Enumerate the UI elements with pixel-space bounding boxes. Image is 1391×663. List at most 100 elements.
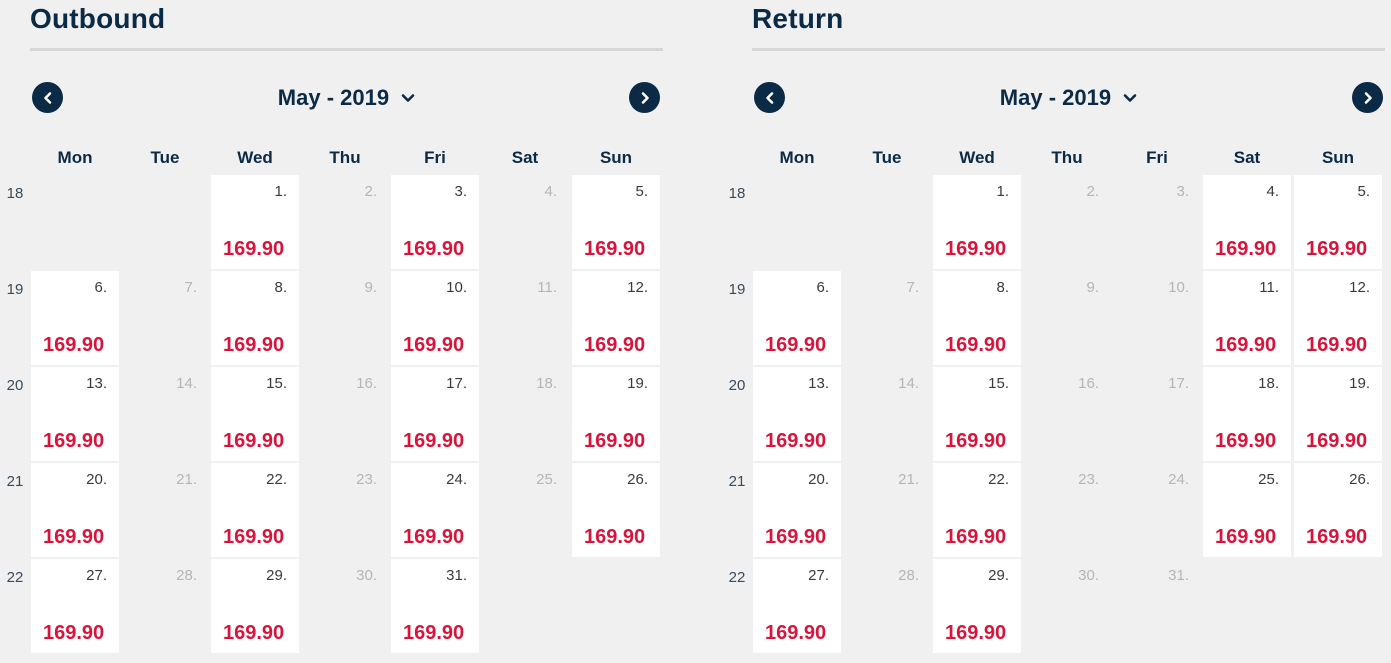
day-number: 20. xyxy=(808,471,829,488)
day-number: 2. xyxy=(1086,183,1099,200)
day-cell-available[interactable]: 22. 169.90 xyxy=(211,463,299,557)
month-selector[interactable]: May - 2019 xyxy=(0,84,693,111)
month-selector[interactable]: May - 2019 xyxy=(722,84,1391,111)
day-number: 4. xyxy=(544,183,557,200)
next-month-button[interactable] xyxy=(1352,82,1383,113)
day-cell-unavailable: 2. xyxy=(1023,175,1111,269)
day-cell-unavailable: 23. xyxy=(301,463,389,557)
day-cell-available[interactable]: 15. 169.90 xyxy=(933,367,1021,461)
next-month-button[interactable] xyxy=(629,82,660,113)
day-cell-unavailable: 16. xyxy=(1023,367,1111,461)
day-cell-unavailable: 17. xyxy=(1113,367,1201,461)
day-cell-available[interactable]: 20. 169.90 xyxy=(31,463,119,557)
day-price: 169.90 xyxy=(1215,238,1277,260)
day-cell-available[interactable]: 6. 169.90 xyxy=(753,271,841,365)
day-cell-unavailable: 14. xyxy=(121,367,209,461)
day-cell-unavailable: 9. xyxy=(1023,271,1111,365)
day-cell-available[interactable]: 12. 169.90 xyxy=(572,271,660,365)
day-cell-available[interactable]: 13. 169.90 xyxy=(31,367,119,461)
week-number: 19 xyxy=(728,281,746,298)
day-number: 15. xyxy=(988,375,1009,392)
day-cell-available[interactable]: 1. 169.90 xyxy=(211,175,299,269)
day-cell-available[interactable]: 22. 169.90 xyxy=(933,463,1021,557)
day-number: 22. xyxy=(988,471,1009,488)
day-cell-available[interactable]: 8. 169.90 xyxy=(211,271,299,365)
day-number: 5. xyxy=(1357,183,1370,200)
week-number: 20 xyxy=(728,377,746,394)
month-label: May - 2019 xyxy=(277,85,390,111)
day-number: 4. xyxy=(1266,183,1279,200)
day-cell-unavailable: 30. xyxy=(1023,559,1111,653)
weekday-header-wed: Wed xyxy=(237,148,273,167)
chevron-left-icon xyxy=(43,91,51,104)
day-cell-available[interactable]: 26. 169.90 xyxy=(1294,463,1382,557)
day-cell-available[interactable]: 10. 169.90 xyxy=(391,271,479,365)
day-price: 169.90 xyxy=(403,526,465,548)
day-cell-available[interactable]: 4. 169.90 xyxy=(1203,175,1291,269)
day-cell-available[interactable]: 27. 169.90 xyxy=(753,559,841,653)
day-number: 8. xyxy=(274,279,287,296)
day-cell-available[interactable]: 29. 169.90 xyxy=(211,559,299,653)
day-price: 169.90 xyxy=(945,622,1007,644)
day-number: 7. xyxy=(184,279,197,296)
day-price: 169.90 xyxy=(1215,334,1277,356)
weekday-header-mon: Mon xyxy=(779,148,815,167)
day-cell-available[interactable]: 24. 169.90 xyxy=(391,463,479,557)
day-cell-available[interactable]: 26. 169.90 xyxy=(572,463,660,557)
day-cell-available[interactable]: 25. 169.90 xyxy=(1203,463,1291,557)
day-price: 169.90 xyxy=(43,334,105,356)
day-price: 169.90 xyxy=(403,334,465,356)
day-price: 169.90 xyxy=(223,334,285,356)
day-cell-available[interactable]: 27. 169.90 xyxy=(31,559,119,653)
day-cell-available[interactable]: 19. 169.90 xyxy=(572,367,660,461)
day-cell-available[interactable]: 6. 169.90 xyxy=(31,271,119,365)
day-cell-available[interactable]: 17. 169.90 xyxy=(391,367,479,461)
day-cell-available[interactable]: 15. 169.90 xyxy=(211,367,299,461)
previous-month-button[interactable] xyxy=(32,82,63,113)
day-number: 31. xyxy=(446,567,467,584)
day-cell-available[interactable]: 29. 169.90 xyxy=(933,559,1021,653)
day-cell-available[interactable]: 5. 169.90 xyxy=(572,175,660,269)
day-cell-available[interactable]: 18. 169.90 xyxy=(1203,367,1291,461)
previous-month-button[interactable] xyxy=(754,82,785,113)
day-cell-unavailable: 21. xyxy=(121,463,209,557)
day-cell-unavailable: 25. xyxy=(481,463,569,557)
day-cell-available[interactable]: 5. 169.90 xyxy=(1294,175,1382,269)
day-cell-available[interactable]: 8. 169.90 xyxy=(933,271,1021,365)
day-number: 7. xyxy=(906,279,919,296)
day-number: 3. xyxy=(1176,183,1189,200)
empty-cell xyxy=(481,559,569,653)
day-number: 23. xyxy=(356,471,377,488)
day-cell-available[interactable]: 13. 169.90 xyxy=(753,367,841,461)
day-number: 20. xyxy=(86,471,107,488)
day-number: 5. xyxy=(635,183,648,200)
week-number: 21 xyxy=(6,473,24,490)
empty-cell xyxy=(753,175,841,269)
day-cell-unavailable: 9. xyxy=(301,271,389,365)
day-cell-available[interactable]: 11. 169.90 xyxy=(1203,271,1291,365)
day-price: 169.90 xyxy=(584,526,646,548)
day-cell-unavailable: 31. xyxy=(1113,559,1201,653)
chevron-down-icon xyxy=(1123,94,1137,102)
day-cell-available[interactable]: 31. 169.90 xyxy=(391,559,479,653)
day-number: 28. xyxy=(176,567,197,584)
day-number: 25. xyxy=(536,471,557,488)
weekday-header-sat: Sat xyxy=(1233,148,1261,167)
weekday-header-tue: Tue xyxy=(872,148,902,167)
day-cell-available[interactable]: 20. 169.90 xyxy=(753,463,841,557)
day-number: 18. xyxy=(1258,375,1279,392)
day-number: 26. xyxy=(627,471,648,488)
day-number: 12. xyxy=(1349,279,1370,296)
day-cell-available[interactable]: 1. 169.90 xyxy=(933,175,1021,269)
day-cell-unavailable: 28. xyxy=(121,559,209,653)
weekday-header-sun: Sun xyxy=(1321,148,1355,167)
day-cell-available[interactable]: 3. 169.90 xyxy=(391,175,479,269)
day-cell-available[interactable]: 12. 169.90 xyxy=(1294,271,1382,365)
return-calendar: Return May - 2019 Mon Tue Wed Thu Fri Sat Sun 1… xyxy=(722,0,1391,663)
return-title: Return xyxy=(752,3,844,34)
day-price: 169.90 xyxy=(765,622,827,644)
day-number: 17. xyxy=(1168,375,1189,392)
day-number: 9. xyxy=(364,279,377,296)
week-number: 19 xyxy=(6,281,24,298)
day-cell-available[interactable]: 19. 169.90 xyxy=(1294,367,1382,461)
